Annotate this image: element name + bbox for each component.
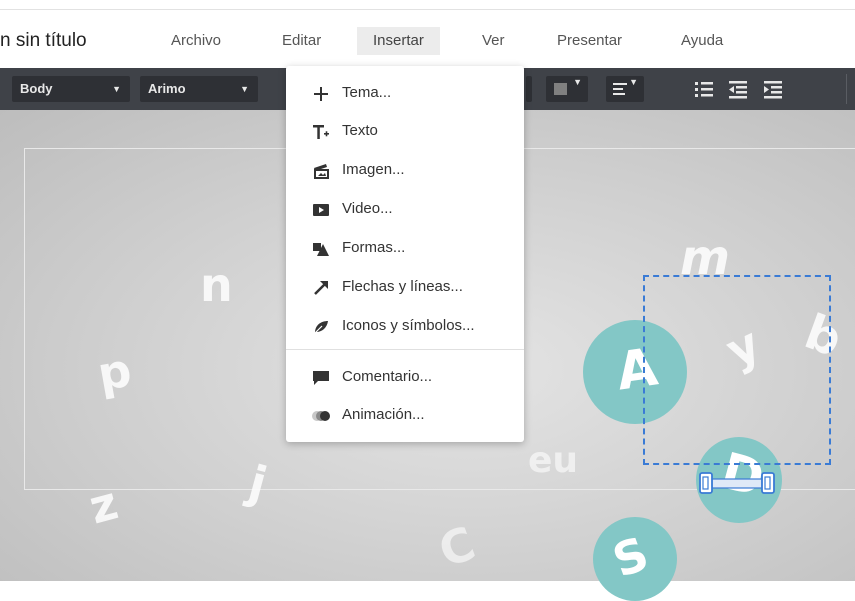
menu-item-video[interactable]: Video... <box>286 191 524 227</box>
chevron-down-icon: ▼ <box>240 84 249 94</box>
menu-editar[interactable]: Editar <box>282 27 321 55</box>
font-select-value: Arimo <box>148 81 186 96</box>
menu-item-tema[interactable]: Tema... <box>286 75 524 111</box>
shapes-icon <box>313 243 329 256</box>
align-left-icon <box>613 83 627 95</box>
menu-item-label: Imagen... <box>342 161 405 178</box>
menu-item-animacion[interactable]: Animación... <box>286 397 524 433</box>
plus-icon <box>314 87 328 101</box>
menu-insertar[interactable]: Insertar <box>357 27 440 61</box>
video-icon <box>313 204 329 216</box>
menu-item-label: Animación... <box>342 406 425 423</box>
menu-item-flechas[interactable]: Flechas y líneas... <box>286 269 524 305</box>
menu-ver[interactable]: Ver <box>482 27 505 55</box>
hidden-toolbar-control[interactable] <box>526 76 532 102</box>
insert-dropdown-menu: Tema... Texto Imagen... Video... Formas.… <box>286 66 524 442</box>
increase-indent-icon[interactable] <box>762 78 784 100</box>
align-button[interactable]: ▼ <box>606 76 644 102</box>
menu-ayuda[interactable]: Ayuda <box>681 27 723 55</box>
menu-divider <box>286 349 524 350</box>
menu-item-label: Flechas y líneas... <box>342 278 463 295</box>
menu-item-label: Formas... <box>342 239 406 256</box>
arrow-icon <box>314 281 328 295</box>
menu-item-imagen[interactable]: Imagen... <box>286 152 524 188</box>
menu-item-label: Tema... <box>342 84 392 101</box>
style-select-value: Body <box>20 81 53 96</box>
chevron-down-icon: ▼ <box>629 77 638 87</box>
toolbar-divider <box>846 74 847 104</box>
menu-bar: Archivo Editar Insertar Ver Presentar Ay… <box>0 27 855 61</box>
top-divider <box>0 9 855 10</box>
menu-item-iconos[interactable]: Iconos y símbolos... <box>286 308 524 344</box>
animation-icon <box>312 411 330 421</box>
decrease-indent-icon[interactable] <box>727 78 749 100</box>
bullet-list-icon[interactable] <box>693 78 715 100</box>
comment-icon <box>313 371 329 385</box>
menu-archivo[interactable]: Archivo <box>171 27 221 55</box>
menu-item-label: Comentario... <box>342 368 433 385</box>
selection-box[interactable] <box>643 275 831 465</box>
font-select[interactable]: Arimo ▼ <box>140 76 258 102</box>
decorative-letter-eu: eu <box>528 440 579 481</box>
color-swatch-icon <box>554 83 567 95</box>
menu-item-label: Iconos y símbolos... <box>342 317 475 334</box>
menu-item-formas[interactable]: Formas... <box>286 230 524 266</box>
resize-handle-icon[interactable] <box>698 468 778 498</box>
chevron-down-icon: ▼ <box>112 84 121 94</box>
menu-item-texto[interactable]: Texto <box>286 113 524 149</box>
leaf-icon <box>313 321 328 335</box>
decorative-letter-n: n <box>200 258 233 312</box>
chevron-down-icon: ▼ <box>573 77 582 87</box>
style-select[interactable]: Body ▼ <box>12 76 130 102</box>
menu-item-comentario[interactable]: Comentario... <box>286 359 524 395</box>
menu-presentar[interactable]: Presentar <box>557 27 622 55</box>
menu-item-label: Video... <box>342 200 393 217</box>
image-icon <box>314 164 329 179</box>
fill-color-button[interactable]: ▼ <box>546 76 588 102</box>
text-icon <box>313 125 329 139</box>
menu-item-label: Texto <box>342 122 378 139</box>
